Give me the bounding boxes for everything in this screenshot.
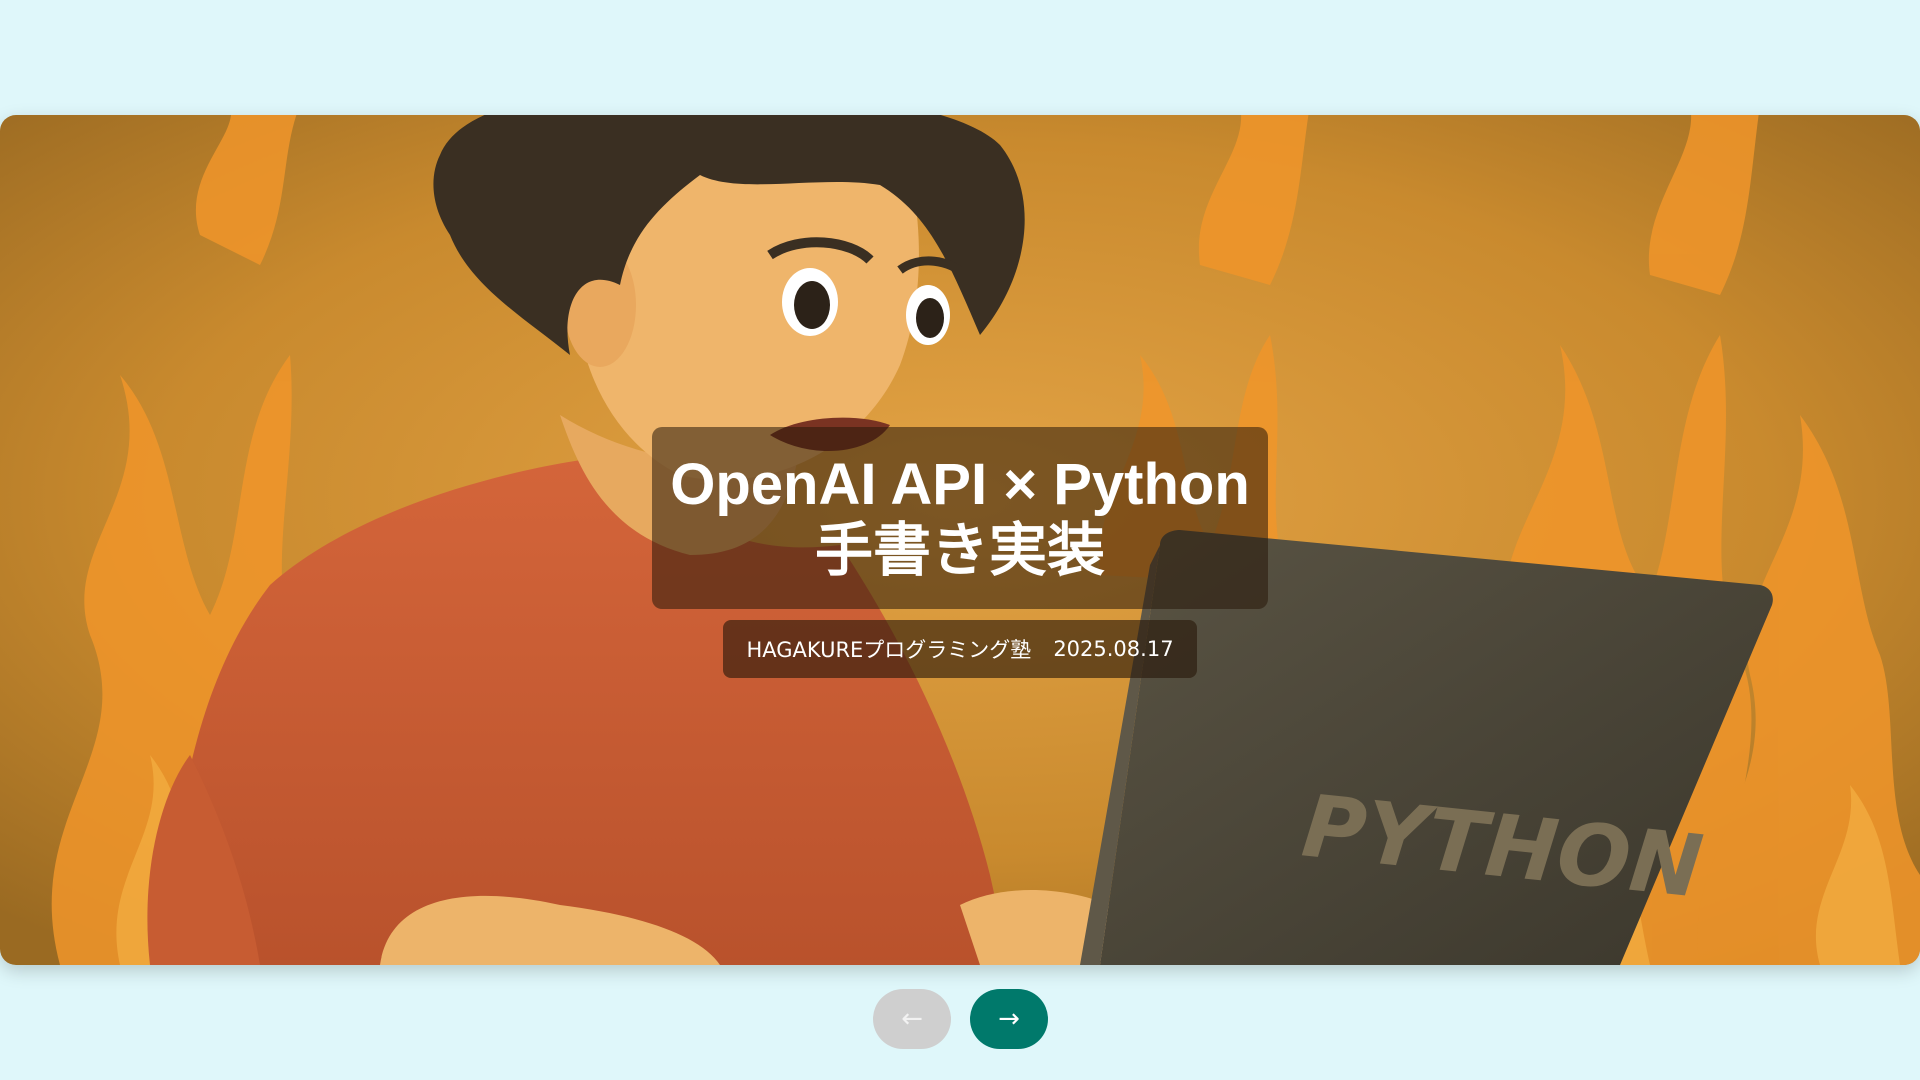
arrow-right-icon: → [998,1004,1020,1034]
slide-title-box: OpenAI API × Python 手書き実装 [652,427,1268,609]
slide-meta-box: HAGAKUREプログラミング塾 2025.08.17 [723,620,1197,678]
slide-author: HAGAKUREプログラミング塾 [746,638,1032,662]
slide-card: PYTHON OpenAI API × Python 手書き実装 HAGAKUR… [0,115,1920,965]
next-slide-button[interactable]: → [970,989,1048,1049]
slide-date: 2025.08.17 [1053,637,1174,661]
prev-slide-button[interactable]: ← [873,989,951,1049]
slide-title-line-2: 手書き実装 [814,518,1105,583]
slide-title-line-1: OpenAI API × Python [670,452,1250,517]
arrow-left-icon: ← [901,1004,923,1034]
